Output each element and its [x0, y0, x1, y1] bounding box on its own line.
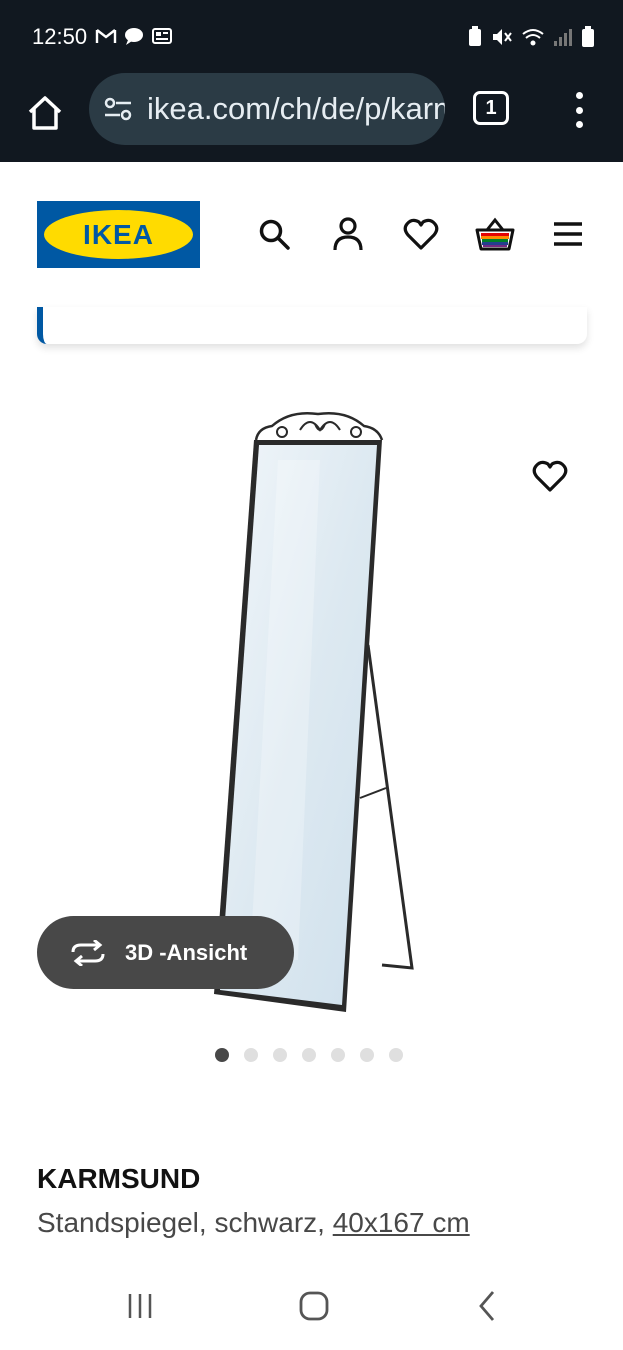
signal-icon — [554, 29, 572, 46]
back-chevron-icon — [479, 1291, 495, 1321]
shopping-bag-icon — [475, 217, 515, 251]
address-bar[interactable]: ikea.com/ch/de/p/karmsund — [89, 73, 445, 145]
back-nav-button[interactable] — [466, 1284, 510, 1328]
product-size-link[interactable]: 40x167 cm — [333, 1207, 470, 1238]
heart-icon — [532, 460, 568, 492]
notice-card — [37, 307, 587, 344]
product-description-text: Standspiegel, schwarz, — [37, 1207, 325, 1238]
recent-apps-icon — [128, 1294, 152, 1318]
carousel-dot[interactable] — [389, 1048, 403, 1062]
browser-home-button[interactable] — [22, 90, 68, 136]
notification-icons — [95, 26, 173, 46]
search-icon — [259, 219, 290, 250]
news-icon — [152, 28, 172, 44]
menu-dot-icon — [575, 121, 583, 128]
ikea-logo[interactable]: IKEA — [37, 201, 200, 268]
cart-button[interactable] — [475, 214, 515, 254]
browser-menu-button[interactable] — [566, 88, 592, 132]
profile-icon — [333, 217, 363, 251]
site-header: IKEA — [0, 162, 623, 307]
menu-dot-icon — [575, 92, 583, 99]
chat-icon — [125, 28, 143, 45]
heart-icon — [403, 218, 439, 250]
home-icon — [28, 96, 62, 130]
home-nav-button[interactable] — [292, 1284, 336, 1328]
carousel-dot[interactable] — [273, 1048, 287, 1062]
image-carousel-indicator — [215, 1048, 403, 1062]
tab-switcher-button[interactable]: 1 — [473, 91, 509, 125]
system-navigation-bar — [0, 1262, 623, 1350]
carousel-dot[interactable] — [215, 1048, 229, 1062]
battery-icon — [582, 26, 594, 47]
url-text: ikea.com/ch/de/p/karmsund — [147, 91, 445, 126]
product-description: Standspiegel, schwarz, 40x167 cm — [37, 1207, 470, 1239]
recent-apps-button[interactable] — [118, 1284, 162, 1328]
hamburger-menu-icon — [554, 222, 582, 246]
search-button[interactable] — [254, 214, 294, 254]
status-time: 12:50 — [32, 24, 88, 49]
mute-icon — [493, 29, 512, 45]
logo-oval: IKEA — [44, 210, 193, 259]
gmail-icon — [95, 29, 117, 43]
profile-button[interactable] — [328, 214, 368, 254]
rotate-icon — [71, 939, 105, 966]
carousel-dot[interactable] — [244, 1048, 258, 1062]
carousel-dot[interactable] — [360, 1048, 374, 1062]
status-bar: 12:50 — [0, 0, 623, 72]
wifi-icon — [522, 29, 544, 46]
logo-text: IKEA — [83, 218, 154, 250]
battery-saver-icon — [469, 26, 481, 46]
product-name: KARMSUND — [37, 1163, 201, 1194]
view-3d-button[interactable]: 3D -Ansicht — [37, 916, 294, 989]
carousel-dot[interactable] — [331, 1048, 345, 1062]
view-3d-label: 3D -Ansicht — [125, 939, 248, 965]
main-menu-button[interactable] — [548, 214, 588, 254]
system-status-icons — [467, 26, 595, 48]
home-circle-icon — [299, 1291, 329, 1321]
product-wishlist-button[interactable] — [530, 456, 570, 496]
site-settings-icon[interactable] — [103, 94, 133, 124]
menu-dot-icon — [575, 106, 583, 114]
browser-toolbar: ikea.com/ch/de/p/karmsund 1 — [0, 72, 623, 162]
carousel-dot[interactable] — [302, 1048, 316, 1062]
wishlist-header-button[interactable] — [401, 214, 441, 254]
